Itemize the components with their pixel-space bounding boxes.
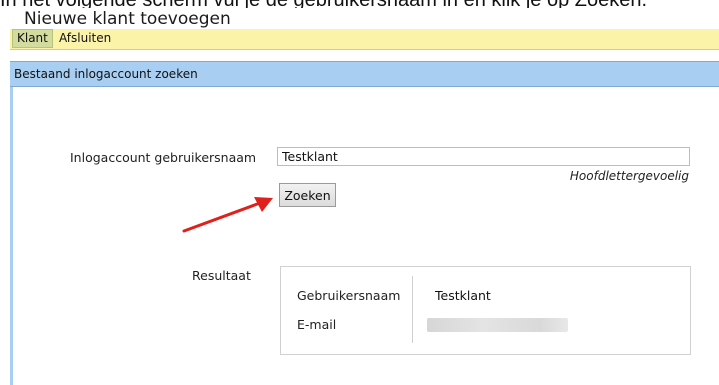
result-username-key: Gebruikersnaam bbox=[297, 288, 401, 303]
case-sensitive-hint: Hoofdlettergevoelig bbox=[569, 169, 689, 183]
result-email-key: E-mail bbox=[297, 317, 337, 332]
result-email-redacted bbox=[427, 318, 568, 332]
result-username-value: Testklant bbox=[435, 288, 491, 303]
section-title: Bestaand inlogaccount zoeken bbox=[14, 67, 198, 81]
menubar: Klant Afsluiten bbox=[10, 29, 719, 50]
menu-item-klant[interactable]: Klant bbox=[12, 29, 53, 48]
username-input[interactable] bbox=[277, 147, 690, 166]
username-label: Inlogaccount gebruikersnaam bbox=[70, 150, 257, 165]
window-title: Nieuwe klant toevoegen bbox=[24, 9, 231, 29]
search-button[interactable]: Zoeken bbox=[279, 183, 336, 207]
instruction-caption: In het volgende scherm vul je de gebruik… bbox=[0, 0, 719, 8]
result-label: Resultaat bbox=[192, 268, 251, 283]
result-divider bbox=[412, 276, 413, 343]
menu-item-afsluiten[interactable]: Afsluiten bbox=[55, 30, 115, 47]
section-header: Bestaand inlogaccount zoeken bbox=[10, 61, 719, 87]
panel-left-border bbox=[10, 87, 13, 385]
result-panel: Gebruikersnaam Testklant E-mail bbox=[280, 266, 691, 355]
red-arrow-icon bbox=[182, 197, 273, 233]
